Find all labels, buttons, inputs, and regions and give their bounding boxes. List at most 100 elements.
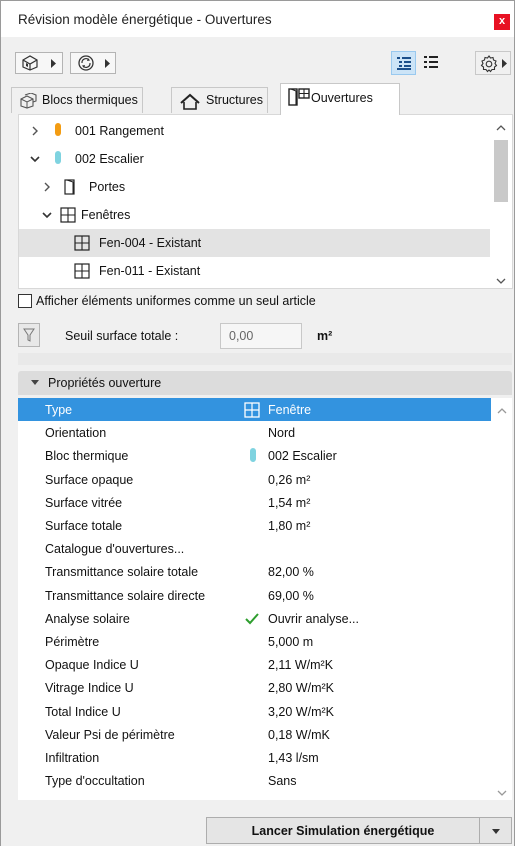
settings-button[interactable] [475, 51, 511, 75]
window-icon [244, 402, 260, 418]
cube-building-icon [22, 55, 38, 71]
property-row[interactable]: Bloc thermique 002 Escalier [18, 444, 491, 467]
caret-right-icon [502, 59, 507, 68]
property-row[interactable]: Type d'occultation Sans [18, 769, 491, 792]
property-value: 0,18 W/mK [268, 727, 330, 742]
property-row[interactable]: Total Indice U 3,20 W/m²K [18, 700, 491, 723]
property-row[interactable]: Périmètre 5,000 m [18, 630, 491, 653]
property-row[interactable]: Type Fenêtre [18, 398, 491, 421]
property-key: Surface vitrée [45, 495, 123, 510]
door-window-icon [288, 88, 310, 106]
property-row[interactable]: Surface opaque 0,26 m² [18, 468, 491, 491]
zone-color-swatch [55, 151, 61, 164]
threshold-label: Seuil surface totale : [65, 329, 179, 343]
property-row[interactable]: Transmittance solaire totale 82,00 % [18, 560, 491, 583]
properties-scrollbar[interactable] [491, 398, 512, 800]
simulation-dropdown-button[interactable] [480, 817, 512, 844]
scroll-up-icon[interactable] [497, 407, 507, 414]
uniform-elements-label: Afficher éléments uniformes comme un seu… [36, 294, 316, 308]
scroll-down-icon[interactable] [497, 790, 507, 797]
tree-item-label: 001 Rangement [75, 124, 164, 138]
door-icon [64, 179, 75, 195]
tree-item-fen-011[interactable]: Fen-011 - Existant [19, 257, 492, 285]
properties-header[interactable]: Propriétés ouverture [18, 371, 512, 395]
property-key: Périmètre [45, 635, 100, 649]
property-key: Type [45, 403, 73, 417]
property-value: Nord [268, 426, 296, 441]
open-analysis-link[interactable]: Ouvrir analyse... [268, 612, 359, 626]
caret-right-icon [105, 59, 110, 68]
property-row[interactable]: Opaque Indice U 2,11 W/m²K [18, 653, 491, 676]
tab-ouvertures[interactable]: Ouvertures [280, 83, 400, 115]
uniform-elements-checkbox[interactable] [18, 294, 32, 308]
tree-item-portes[interactable]: Portes [19, 173, 492, 201]
openings-tree: 001 Rangement 002 Escalier Portes Fenêtr… [18, 114, 513, 289]
tree-item-fenetres[interactable]: Fenêtres [19, 201, 492, 229]
property-row[interactable]: Infiltration 1,43 l/sm [18, 746, 491, 769]
scroll-up-icon[interactable] [496, 124, 506, 131]
property-value: 5,000 m [268, 635, 314, 649]
tab-structures[interactable]: Structures [171, 87, 268, 113]
properties-header-label: Propriétés ouverture [48, 376, 162, 390]
refresh-icon [78, 55, 94, 71]
property-key: Vitrage Indice U [45, 681, 134, 696]
property-key: Analyse solaire [45, 611, 130, 626]
property-key: Transmittance solaire directe [45, 588, 206, 603]
tab-label: Blocs thermiques [42, 93, 138, 107]
property-value: 1,54 m² [268, 495, 311, 510]
property-key: Surface totale [45, 519, 123, 533]
blocks-icon [20, 93, 37, 109]
property-row[interactable]: Vitrage Indice U 2,80 W/m²K [18, 676, 491, 699]
property-key: Catalogue d'ouvertures... [45, 542, 185, 557]
property-value: 1,80 m² [268, 519, 311, 533]
tree-view-button[interactable] [391, 51, 416, 75]
footer: Lancer Simulation énergétique [1, 807, 514, 846]
caret-right-icon [51, 59, 56, 68]
filter-icon [23, 328, 35, 342]
house-icon [180, 93, 200, 110]
tree-list-icon [397, 57, 411, 70]
threshold-input[interactable]: 0,00 [220, 323, 302, 349]
window-icon [60, 207, 76, 223]
property-key: Surface opaque [45, 472, 134, 487]
close-button[interactable]: x [494, 14, 510, 30]
property-value: Fenêtre [268, 403, 312, 417]
title-bar: Révision modèle énergétique - Ouvertures… [1, 1, 514, 37]
tree-scrollbar[interactable] [490, 115, 512, 288]
tab-blocs-thermiques[interactable]: Blocs thermiques [11, 87, 143, 113]
tab-bar: Blocs thermiques Structures Ouvertures [1, 81, 514, 115]
energy-review-window: Révision modèle énergétique - Ouvertures… [0, 0, 515, 846]
property-row[interactable]: Valeur Psi de périmètre 0,18 W/mK [18, 723, 491, 746]
scroll-down-icon[interactable] [496, 278, 506, 285]
tree-item-label: 002 Escalier [75, 152, 144, 166]
property-key: Total Indice U [45, 704, 121, 719]
property-row[interactable]: Catalogue d'ouvertures... [18, 537, 491, 560]
chevron-right-icon [32, 126, 38, 136]
property-value: 3,20 W/m²K [268, 704, 334, 719]
property-value: 69,00 % [268, 588, 314, 603]
property-key: Type d'occultation [45, 774, 145, 789]
zone-color-swatch [250, 448, 256, 463]
property-row[interactable]: Surface vitrée 1,54 m² [18, 491, 491, 514]
tree-item-fen-004[interactable]: Fen-004 - Existant [19, 229, 492, 257]
properties-list: Type Fenêtre Orientation Nord Bloc thermique… [18, 398, 512, 800]
tree-item-001-rangement[interactable]: 001 Rangement [19, 117, 492, 145]
model-view-button[interactable] [15, 52, 63, 74]
property-key: Orientation [45, 426, 107, 441]
tab-label: Structures [206, 93, 263, 107]
filter-button[interactable] [18, 323, 40, 347]
property-row[interactable]: Orientation Nord [18, 421, 491, 444]
window-icon [74, 235, 90, 251]
property-key: Transmittance solaire totale [45, 565, 199, 580]
property-row[interactable]: Analyse solaire Ouvrir analyse... [18, 607, 491, 630]
property-row[interactable]: Transmittance solaire directe 69,00 % [18, 584, 491, 607]
property-row[interactable]: Surface totale 1,80 m² [18, 514, 491, 537]
tab-label: Ouvertures [311, 91, 373, 105]
property-value: 1,43 l/sm [268, 751, 319, 765]
property-value: 2,80 W/m²K [268, 681, 334, 696]
run-simulation-button[interactable]: Lancer Simulation énergétique [206, 817, 480, 844]
tree-item-002-escalier[interactable]: 002 Escalier [19, 145, 492, 173]
list-view-button[interactable] [419, 51, 444, 75]
refresh-button[interactable] [70, 52, 116, 74]
scrollbar-thumb[interactable] [494, 140, 508, 202]
